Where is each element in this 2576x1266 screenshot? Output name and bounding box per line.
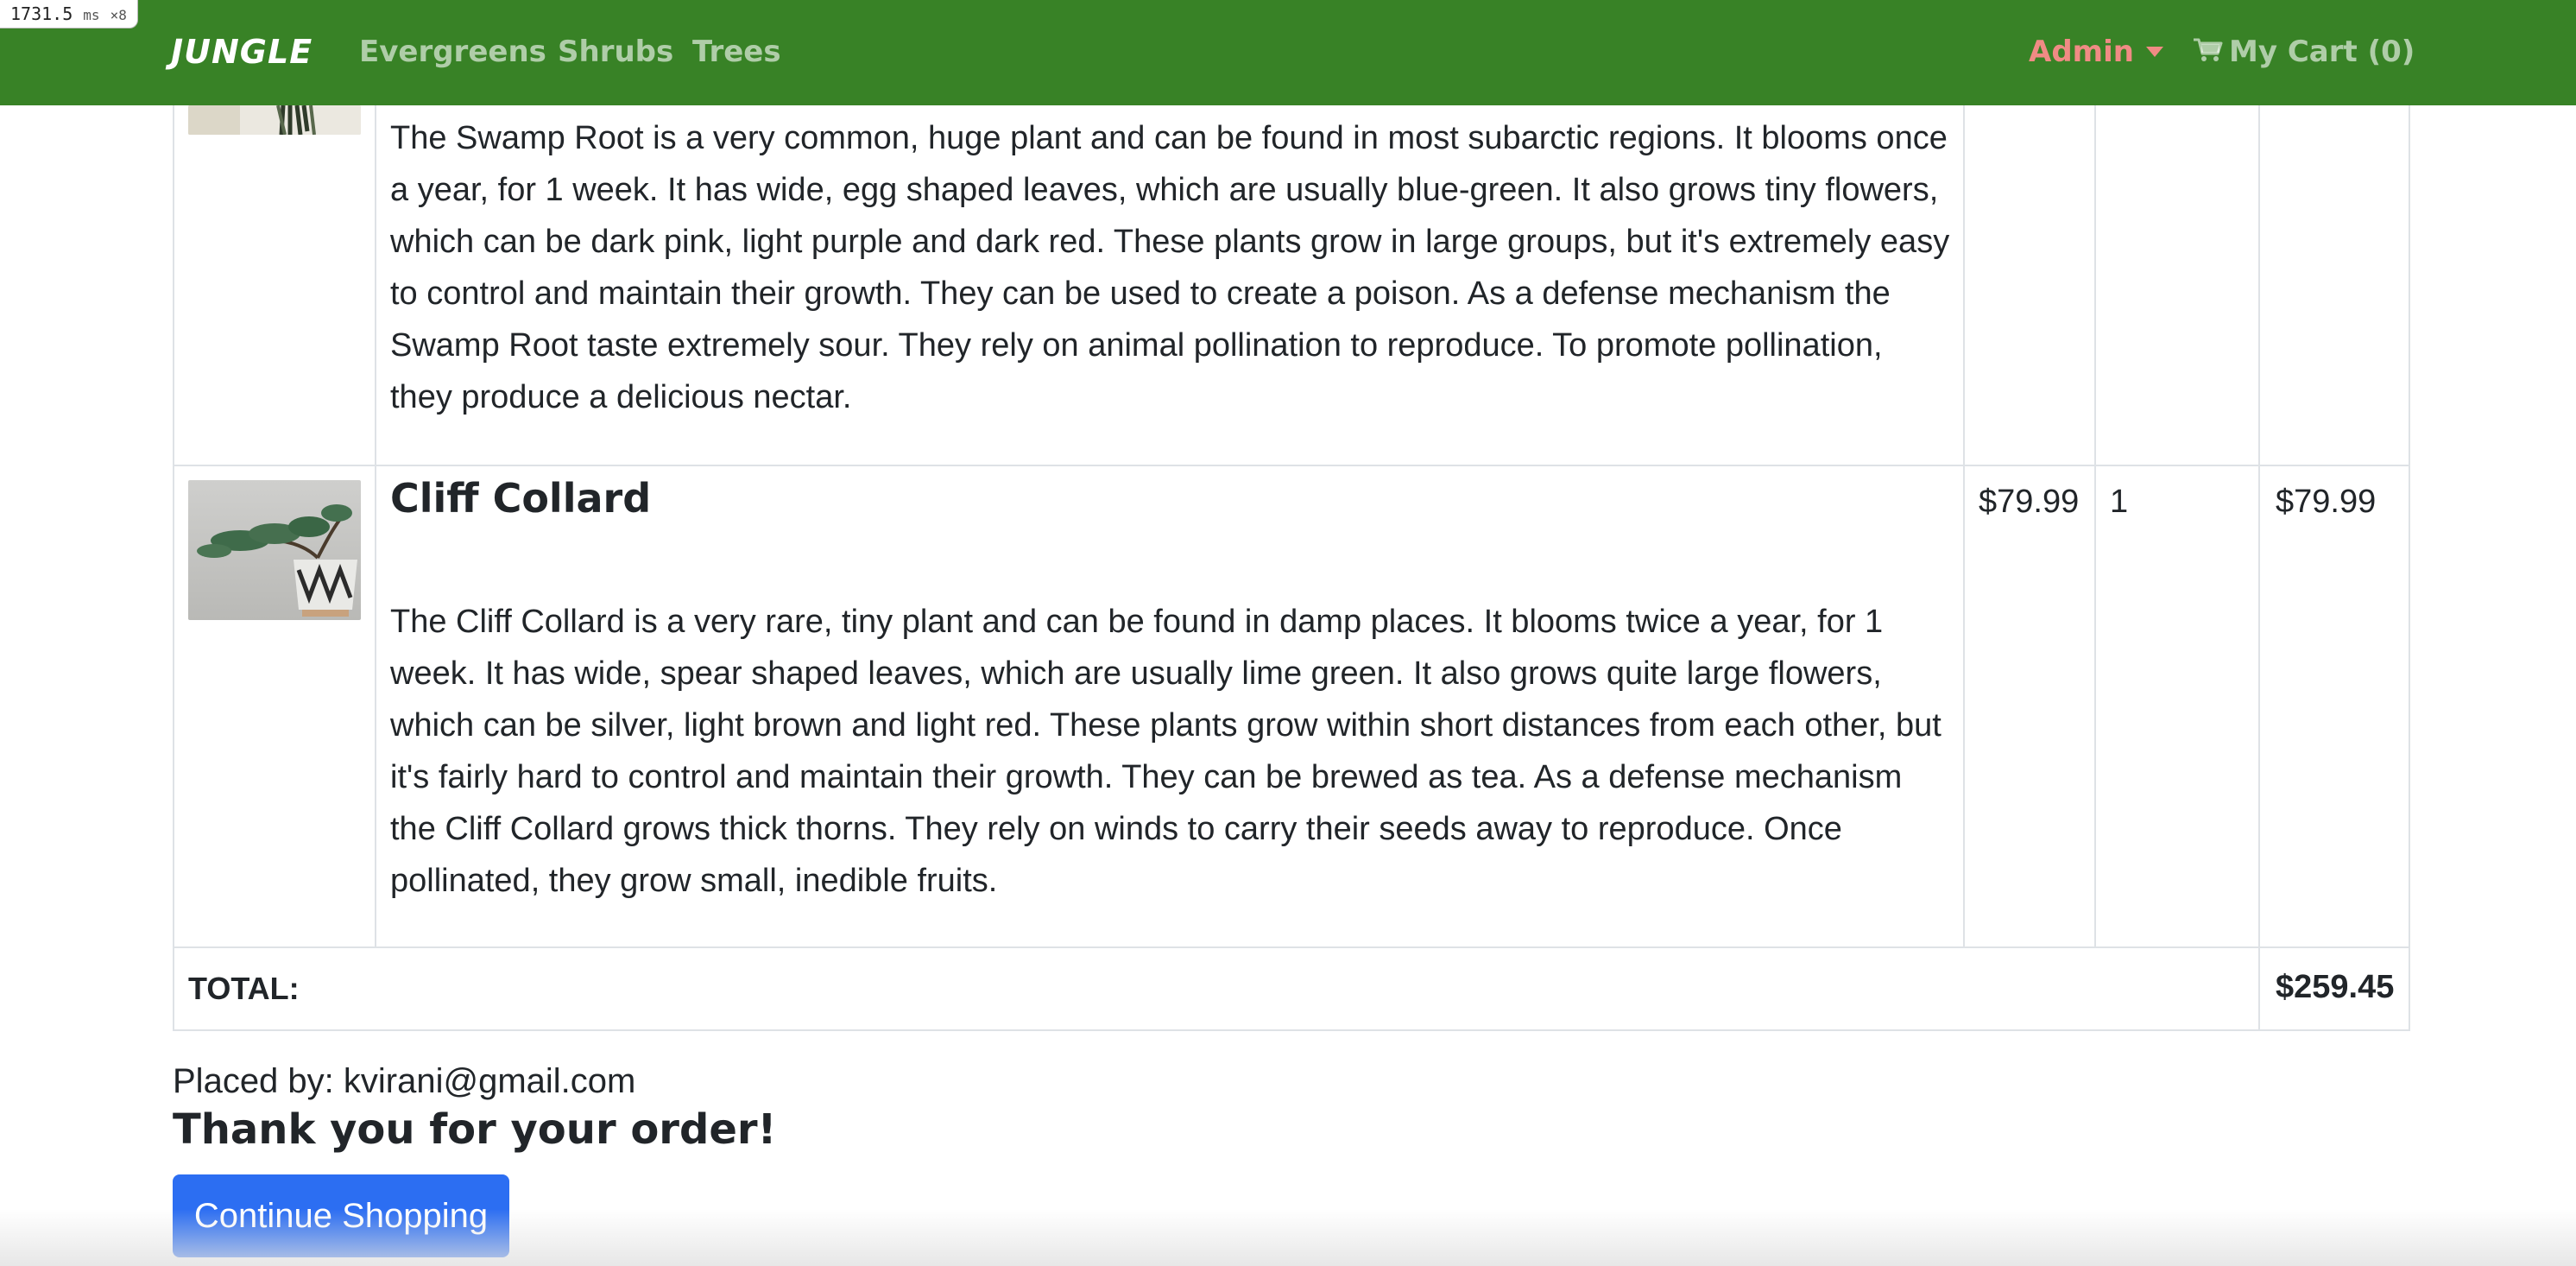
row-divider <box>173 1029 2410 1031</box>
placed-by-email: Placed by: kvirani@gmail.com <box>173 1062 636 1100</box>
nav-link-shrubs[interactable]: Shrubs <box>558 26 673 78</box>
shopping-cart-icon <box>2194 38 2223 61</box>
unit-price: $79.99 <box>1979 484 2080 520</box>
row-divider <box>173 465 2410 466</box>
admin-dropdown[interactable]: Admin <box>2029 26 2134 78</box>
column-divider <box>2094 105 2096 948</box>
product-thumbnail <box>188 105 361 135</box>
nav-link-trees[interactable]: Trees <box>692 26 781 78</box>
table-border-left <box>173 105 174 1031</box>
product-name: Cliff Collard <box>390 475 652 522</box>
row-divider <box>173 946 2410 948</box>
product-description: The Cliff Collard is a very rare, tiny p… <box>390 604 1941 899</box>
column-divider <box>1963 105 1965 948</box>
render-timing-badge: 1731.5 ms ×8 <box>0 0 138 28</box>
timing-unit: ms <box>83 7 100 23</box>
brand-logo[interactable]: JUNGLE <box>171 26 313 78</box>
nav-link-evergreens[interactable]: Evergreens <box>359 26 546 78</box>
top-navbar: JUNGLE Evergreens Shrubs Trees Admin My … <box>0 0 2576 105</box>
plant-image <box>188 105 361 135</box>
cart-label: My Cart (0) <box>2229 35 2415 69</box>
quantity: 1 <box>2110 484 2129 520</box>
order-page: 1731.5 ms ×8 JUNGLE Evergreens Shrubs Tr… <box>0 0 2576 1266</box>
plant-image <box>188 480 361 620</box>
column-divider <box>375 105 376 948</box>
product-description: The Swamp Root is a very common, huge pl… <box>390 120 1950 415</box>
timing-value: 1731.5 <box>10 3 73 24</box>
chevron-down-icon <box>2146 47 2163 57</box>
column-divider <box>2258 105 2260 1031</box>
thank-you-heading: Thank you for your order! <box>173 1105 777 1154</box>
cart-link[interactable]: My Cart (0) <box>2193 26 2415 78</box>
total-value: $259.45 <box>2276 969 2395 1005</box>
total-label: TOTAL: <box>188 971 300 1006</box>
continue-shopping-button[interactable]: Continue Shopping <box>173 1174 509 1257</box>
line-total: $79.99 <box>2276 484 2377 520</box>
timing-multiplier: ×8 <box>110 7 127 23</box>
table-border-right <box>2409 105 2410 1031</box>
product-thumbnail <box>188 480 361 620</box>
